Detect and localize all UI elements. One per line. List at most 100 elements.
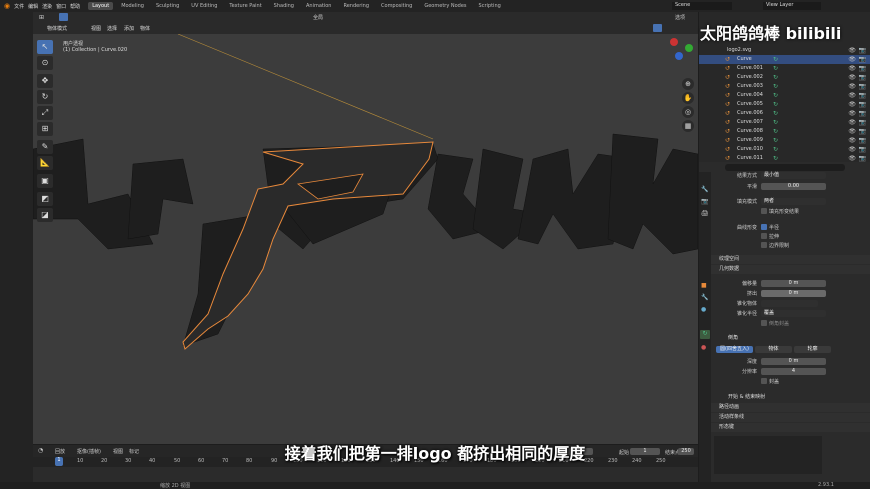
smooth-field[interactable]: 0.00: [761, 183, 826, 190]
eye-icon[interactable]: 👁: [848, 118, 856, 127]
tab-animation[interactable]: Animation: [302, 2, 336, 10]
menu-object[interactable]: 物体: [140, 25, 150, 32]
tab-compositing[interactable]: Compositing: [377, 2, 416, 10]
fill-mode-dropdown[interactable]: 两者: [761, 198, 826, 205]
camera-icon[interactable]: 📷: [859, 127, 866, 136]
fill-method-dropdown[interactable]: 最小值: [761, 172, 826, 179]
offset-field[interactable]: 0 m: [761, 280, 826, 287]
tab-uv-editing[interactable]: UV Editing: [187, 2, 221, 10]
camera-icon[interactable]: 📷: [859, 145, 866, 154]
add-cube-tool-icon[interactable]: ▣: [37, 174, 53, 188]
taper-object-field[interactable]: [761, 300, 818, 307]
extrude-field[interactable]: 0 m: [761, 290, 826, 297]
props-search[interactable]: [725, 164, 845, 171]
cursor-tool-icon[interactable]: ⊙: [37, 56, 53, 70]
nav-axis-x[interactable]: [670, 38, 678, 46]
menu-help[interactable]: 帮助: [70, 3, 80, 10]
bounds-clamp-checkbox[interactable]: [761, 242, 767, 248]
stretch-checkbox[interactable]: [761, 233, 767, 239]
camera-icon[interactable]: 📷: [859, 118, 866, 127]
annotate-tool-icon[interactable]: ✎: [37, 140, 53, 154]
eye-icon[interactable]: 👁: [848, 109, 856, 118]
menu-view[interactable]: 视图: [91, 25, 101, 32]
bevel-tab-round[interactable]: 圆(四舍五入): [716, 346, 753, 353]
nav-axis-z[interactable]: [675, 52, 683, 60]
outliner-item[interactable]: ↺ Curve.009 ↻ 👁 📷: [699, 136, 870, 145]
select-box-tool[interactable]: [59, 13, 68, 21]
material-tab-icon[interactable]: ●: [701, 344, 706, 351]
resolution-field[interactable]: 4: [761, 368, 826, 375]
menu-render[interactable]: 渲染: [42, 3, 52, 10]
eye-icon[interactable]: 👁: [848, 91, 856, 100]
radius-checkbox[interactable]: [761, 224, 767, 230]
select-tool-icon[interactable]: ↖: [37, 40, 53, 54]
fill-caps2-checkbox[interactable]: [761, 378, 767, 384]
menu-add[interactable]: 添加: [124, 25, 134, 32]
camera-icon[interactable]: 📷: [859, 46, 866, 55]
outliner-item[interactable]: ↺ Curve.010 ↻ 👁 📷: [699, 145, 870, 154]
taper-radius-dropdown[interactable]: 覆盖: [761, 310, 826, 317]
tab-scripting[interactable]: Scripting: [475, 2, 505, 10]
menu-edit[interactable]: 编辑: [28, 3, 38, 10]
outliner-item[interactable]: ↺ Curve.002 ↻ 👁 📷: [699, 73, 870, 82]
blender-logo-icon[interactable]: ◉: [4, 2, 10, 10]
start-end-mapping[interactable]: 开始 & 结束映射: [728, 393, 765, 400]
eye-icon[interactable]: 👁: [848, 127, 856, 136]
bevel-tab-object[interactable]: 物体: [755, 346, 792, 353]
mode-selector[interactable]: 物体模式: [47, 25, 67, 32]
outliner-item[interactable]: ↺ Curve.005 ↻ 👁 📷: [699, 100, 870, 109]
eye-icon[interactable]: 👁: [848, 136, 856, 145]
camera-icon[interactable]: 📷: [859, 91, 866, 100]
eye-icon[interactable]: 👁: [848, 145, 856, 154]
tab-texture-paint[interactable]: Texture Paint: [225, 2, 265, 10]
measure-tool-icon[interactable]: 📐: [37, 156, 53, 170]
fill-caps-checkbox[interactable]: [761, 320, 767, 326]
menu-select[interactable]: 选择: [107, 25, 117, 32]
tab-rendering[interactable]: Rendering: [339, 2, 373, 10]
camera-icon[interactable]: 📷: [859, 64, 866, 73]
outliner-item[interactable]: ↺ Curve.004 ↻ 👁 📷: [699, 91, 870, 100]
physics-tab-icon[interactable]: ●: [701, 306, 706, 313]
eye-icon[interactable]: 👁: [848, 73, 856, 82]
scale-tool-icon[interactable]: ⤢: [37, 106, 53, 120]
tab-shading[interactable]: Shading: [270, 2, 298, 10]
outliner-item[interactable]: ↺ Curve.001 ↻ 👁 📷: [699, 64, 870, 73]
shape-keys-panel[interactable]: 形态键: [711, 423, 870, 432]
tab-geometry-nodes[interactable]: Geometry Nodes: [420, 2, 470, 10]
pan-icon[interactable]: ✋: [682, 92, 694, 104]
zoom-icon[interactable]: ⊕: [682, 78, 694, 90]
outliner-root[interactable]: logo2.svg 👁 📷: [699, 46, 870, 55]
camera-icon[interactable]: 📷: [859, 55, 866, 64]
eye-icon[interactable]: 👁: [848, 100, 856, 109]
active-spline-panel[interactable]: 活动样条线: [711, 413, 870, 422]
modifier-tab-icon[interactable]: 🔧: [701, 294, 708, 301]
data-tab-icon[interactable]: ↻: [700, 330, 710, 339]
grid-view-icon[interactable]: ▦: [682, 120, 694, 132]
editor-type-icon[interactable]: ⊞: [39, 14, 44, 21]
eye-icon[interactable]: 👁: [848, 82, 856, 91]
outliner-item[interactable]: ↺ Curve.007 ↻ 👁 📷: [699, 118, 870, 127]
shading-solid-icon[interactable]: [653, 24, 662, 32]
fill-deform-checkbox[interactable]: [761, 208, 767, 214]
outliner-item[interactable]: ↺ Curve.003 ↻ 👁 📷: [699, 82, 870, 91]
bevel-label[interactable]: 倒角: [728, 334, 738, 341]
menu-file[interactable]: 文件: [14, 3, 24, 10]
camera-icon[interactable]: 📷: [859, 73, 866, 82]
orientation-selector[interactable]: 全局: [313, 14, 323, 21]
camera-view-icon[interactable]: ◎: [682, 106, 694, 118]
eye-icon[interactable]: 👁: [848, 55, 856, 64]
geometry-panel[interactable]: 几何数据: [711, 265, 870, 274]
eye-icon[interactable]: 👁: [848, 64, 856, 73]
outliner-item[interactable]: ↺ Curve.008 ↻ 👁 📷: [699, 127, 870, 136]
move-tool-icon[interactable]: ✥: [37, 74, 53, 88]
camera-icon[interactable]: 📷: [859, 82, 866, 91]
depth-field[interactable]: 0 m: [761, 358, 826, 365]
menu-window[interactable]: 窗口: [56, 3, 66, 10]
tab-modeling[interactable]: Modeling: [117, 2, 148, 10]
shear-tool-icon[interactable]: ◩: [37, 192, 53, 206]
outliner-item[interactable]: ↺ Curve.006 ↻ 👁 📷: [699, 109, 870, 118]
outliner-item[interactable]: ↺ Curve ↻ 👁 📷: [699, 55, 870, 64]
tab-sculpting[interactable]: Sculpting: [152, 2, 183, 10]
camera-icon[interactable]: 📷: [859, 109, 866, 118]
path-animation-panel[interactable]: 路径动画: [711, 403, 870, 412]
